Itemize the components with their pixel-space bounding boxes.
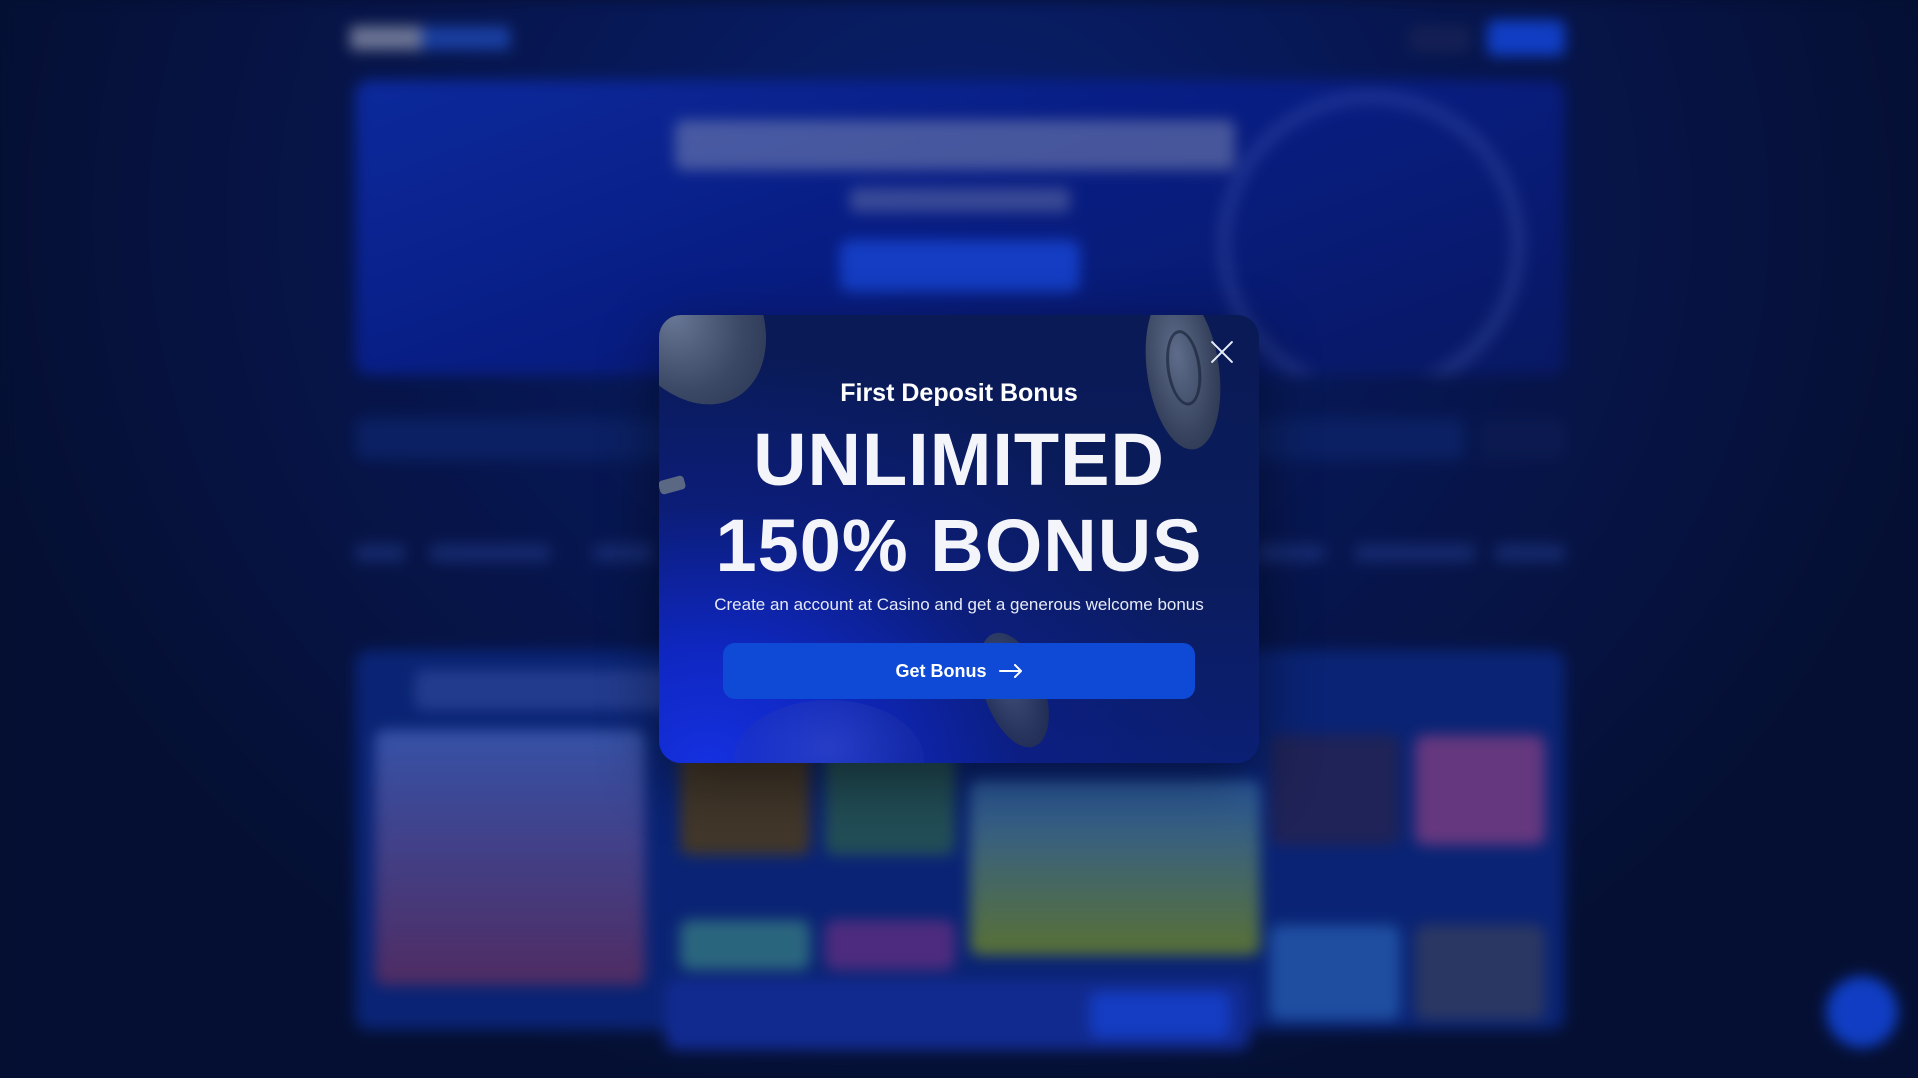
modal-title-line2: 150% BONUS (715, 504, 1203, 587)
get-bonus-button[interactable]: Get Bonus (723, 643, 1195, 699)
modal-title-line1: UNLIMITED (753, 418, 1165, 501)
get-bonus-label: Get Bonus (895, 660, 987, 681)
coin-decoration (734, 700, 924, 763)
modal-description: Create an account at Casino and get a ge… (714, 595, 1204, 614)
bonus-modal: First Deposit Bonus UNLIMITED 150% BONUS… (659, 315, 1259, 763)
coin-decoration (659, 315, 798, 433)
close-icon[interactable] (1207, 337, 1237, 367)
modal-title: UNLIMITED 150% BONUS (659, 417, 1259, 589)
modal-subtitle: First Deposit Bonus (840, 379, 1078, 407)
arrow-right-icon (998, 664, 1023, 678)
